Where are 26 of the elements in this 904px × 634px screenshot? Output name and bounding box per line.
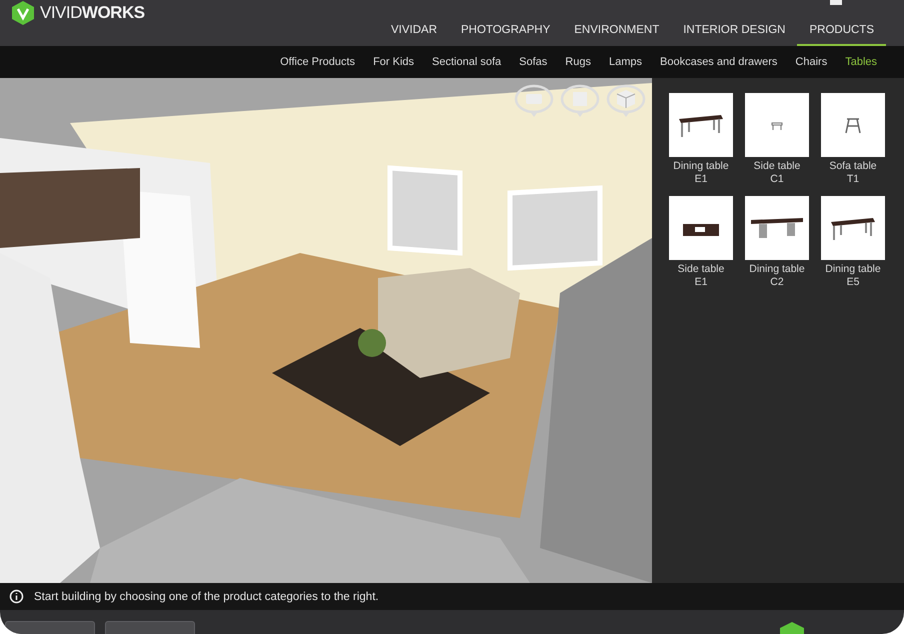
category-tab[interactable]: For Kids <box>364 56 424 68</box>
nav-tab[interactable]: INTERIOR DESIGN <box>671 10 798 46</box>
nav-tab[interactable]: VIVIDAR <box>378 10 449 46</box>
nav-tab[interactable]: ENVIRONMENT <box>562 10 672 46</box>
category-tab[interactable]: Lamps <box>600 56 651 68</box>
logo-icon <box>780 622 804 634</box>
nav-tab[interactable]: PHOTOGRAPHY <box>449 10 562 46</box>
category-tab[interactable]: Chairs <box>786 56 836 68</box>
toolbar-button[interactable] <box>5 621 95 634</box>
table-icon <box>772 122 782 130</box>
category-tab[interactable]: Office Products <box>271 56 364 68</box>
table-icon <box>831 218 875 241</box>
table-icon <box>751 218 803 238</box>
table-icon <box>683 224 719 236</box>
info-icon <box>9 589 24 604</box>
category-tab[interactable]: Sofas <box>510 56 556 68</box>
cube-icon[interactable] <box>606 84 646 118</box>
category-tab[interactable]: Bookcases and drawers <box>651 56 786 68</box>
logo-wordmark: VIVIDWORKS <box>40 3 145 23</box>
status-message: Start building by choosing one of the product categories to the right. <box>34 590 379 602</box>
logo-icon <box>10 0 36 26</box>
category-tab[interactable]: Rugs <box>556 56 600 68</box>
table-icon <box>679 115 723 138</box>
category-tab[interactable]: Tables <box>836 56 886 68</box>
stool-icon <box>845 118 861 134</box>
category-tab[interactable]: Sectional sofa <box>423 56 510 68</box>
